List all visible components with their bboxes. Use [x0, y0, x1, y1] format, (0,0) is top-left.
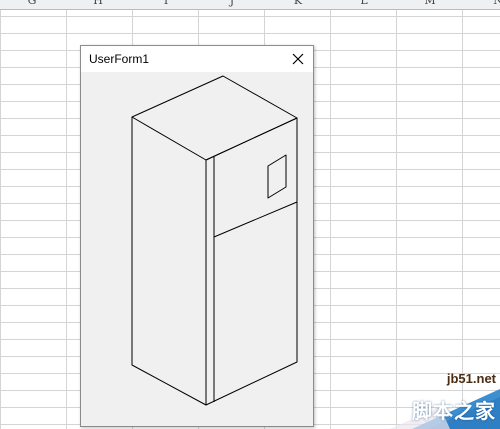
form-client-area: [81, 72, 313, 426]
fridge-door-divider: [213, 201, 298, 238]
column-header-i[interactable]: I: [156, 0, 176, 9]
close-icon: [292, 53, 304, 65]
fridge-top-face: [131, 75, 298, 161]
column-header-j[interactable]: J: [222, 0, 242, 9]
column-header-h[interactable]: H: [88, 0, 108, 9]
close-button[interactable]: [283, 46, 313, 72]
column-header-m[interactable]: M: [420, 0, 440, 9]
refrigerator-drawing: [131, 75, 298, 406]
column-header-k[interactable]: K: [288, 0, 308, 9]
column-header-l[interactable]: L: [354, 0, 374, 9]
fridge-handle: [267, 154, 287, 199]
window-title: UserForm1: [89, 52, 150, 66]
refrigerator-outline: [131, 75, 298, 406]
userform-window: UserForm1: [80, 45, 314, 427]
watermark-name: 脚本之家: [412, 399, 496, 423]
column-header-n[interactable]: N: [488, 0, 500, 9]
titlebar[interactable]: UserForm1: [81, 46, 313, 72]
watermark-site: jb51.net: [446, 371, 496, 386]
fridge-side-face: [131, 117, 207, 406]
fridge-front-face: [205, 117, 298, 406]
watermark: jb51.net 脚本之家: [350, 367, 500, 429]
column-header-row: G H I J K L M N: [0, 0, 500, 10]
column-header-g[interactable]: G: [22, 0, 42, 9]
